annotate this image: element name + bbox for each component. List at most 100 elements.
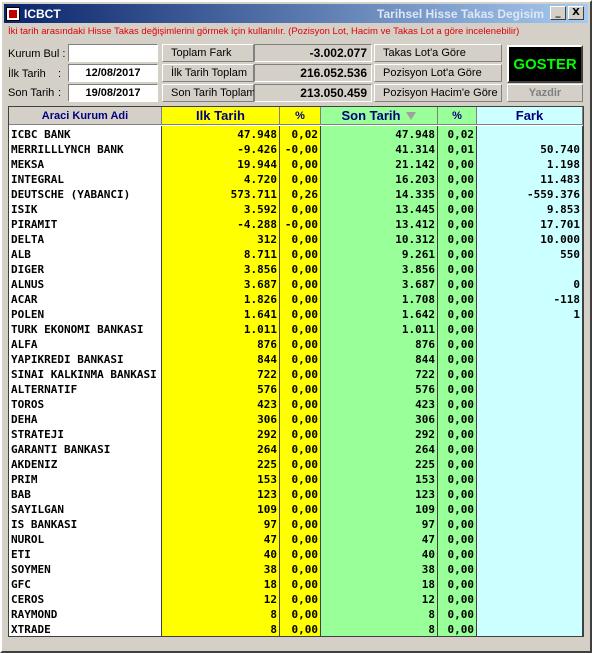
son-tarih-date-field[interactable]: 19/08/2017 [68, 84, 158, 102]
table-row[interactable]: SAYILGAN 109 0,00 109 0,00 [9, 502, 583, 517]
table-row[interactable]: GARANTI BANKASI 264 0,00 264 0,00 [9, 442, 583, 457]
cell-son-tarih: 12 [421, 593, 435, 606]
cell-ilk-tarih: 225 [257, 458, 277, 471]
cell-son-tarih: 9.261 [401, 248, 435, 261]
table-row[interactable]: YAPIKREDI BANKASI 844 0,00 844 0,00 [9, 352, 583, 367]
cell-ilk-percent: 0,00 [291, 518, 319, 531]
ilk-tarih-label: İlk Tarih [8, 68, 46, 80]
cell-ilk-tarih: 8 [270, 608, 277, 621]
table-row[interactable]: RAYMOND 8 0,00 8 0,00 [9, 607, 583, 622]
table-row[interactable]: PRIM 153 0,00 153 0,00 [9, 472, 583, 487]
cell-son-percent: 0,00 [447, 488, 475, 501]
header-fark[interactable]: Fark [477, 107, 583, 125]
cell-ilk-tarih: 47.948 [237, 128, 277, 141]
info-notice: İki tarih arasındaki Hisse Takas değişim… [8, 26, 520, 37]
table-row[interactable]: STRATEJI 292 0,00 292 0,00 [9, 427, 583, 442]
table-row[interactable]: ISIK 3.592 0,00 13.445 0,00 9.853 [9, 202, 583, 217]
header-son-percent[interactable]: % [438, 107, 477, 125]
header-ilk-tarih[interactable]: Ilk Tarih [162, 107, 280, 125]
pozisyon-lot-button[interactable]: Pozisyon Lot'a Göre [374, 64, 502, 82]
cell-ilk-tarih: 3.856 [243, 263, 277, 276]
takas-table[interactable]: Araci Kurum Adi Ilk Tarih % Son Tarih % … [8, 106, 584, 637]
goster-button[interactable]: GOSTER [507, 45, 583, 83]
table-row[interactable]: GFC 18 0,00 18 0,00 [9, 577, 583, 592]
cell-fark [477, 472, 583, 487]
cell-son-percent: 0,00 [447, 473, 475, 486]
cell-ilk-percent: 0,00 [291, 458, 319, 471]
table-row[interactable]: TOROS 423 0,00 423 0,00 [9, 397, 583, 412]
close-button[interactable]: X [568, 6, 584, 20]
table-row[interactable]: CEROS 12 0,00 12 0,00 [9, 592, 583, 607]
table-row[interactable]: POLEN 1.641 0,00 1.642 0,00 1 [9, 307, 583, 322]
cell-ilk-percent: 0,00 [291, 563, 319, 576]
table-row[interactable]: INTEGRAL 4.720 0,00 16.203 0,00 11.483 [9, 172, 583, 187]
cell-son-percent: 0,00 [447, 218, 475, 231]
cell-name: ACAR [11, 293, 38, 306]
cell-ilk-percent: 0,00 [291, 203, 319, 216]
table-row[interactable]: MEKSA 19.944 0,00 21.142 0,00 1.198 [9, 157, 583, 172]
table-row[interactable]: DIGER 3.856 0,00 3.856 0,00 [9, 262, 583, 277]
son-tarih-label: Son Tarih [8, 87, 55, 99]
cell-son-tarih: 16.203 [395, 173, 435, 186]
cell-ilk-percent: -0,00 [284, 143, 318, 156]
table-row[interactable]: SOYMEN 38 0,00 38 0,00 [9, 562, 583, 577]
cell-fark [477, 487, 583, 502]
cell-name: ICBC BANK [11, 128, 71, 141]
cell-ilk-tarih: 423 [257, 398, 277, 411]
cell-son-percent: 0,00 [447, 248, 475, 261]
table-row[interactable]: ETI 40 0,00 40 0,00 [9, 547, 583, 562]
header-ilk-percent[interactable]: % [280, 107, 321, 125]
header-son-tarih[interactable]: Son Tarih [321, 107, 438, 125]
table-row[interactable]: XTRADE 8 0,00 8 0,00 [9, 622, 583, 636]
cell-ilk-tarih: 576 [257, 383, 277, 396]
cell-ilk-percent: 0,00 [291, 533, 319, 546]
ilk-tarih-date-field[interactable]: 12/08/2017 [68, 64, 158, 82]
table-row[interactable]: ALTERNATIF 576 0,00 576 0,00 [9, 382, 583, 397]
cell-son-tarih: 97 [421, 518, 435, 531]
kurum-search-input[interactable] [68, 44, 158, 62]
table-row[interactable]: IS BANKASI 97 0,00 97 0,00 [9, 517, 583, 532]
table-row[interactable]: NUROL 47 0,00 47 0,00 [9, 532, 583, 547]
table-row[interactable]: PIRAMIT -4.288 -0,00 13.412 0,00 17.701 [9, 217, 583, 232]
app-icon[interactable] [6, 6, 20, 21]
header-araci-kurum[interactable]: Araci Kurum Adi [9, 107, 162, 125]
cell-ilk-tarih: 109 [257, 503, 277, 516]
table-row[interactable]: MERRILLLYNCH BANK -9.426 -0,00 41.314 0,01 50… [9, 142, 583, 157]
minimize-button[interactable]: _ [550, 6, 566, 20]
table-row[interactable]: ALFA 876 0,00 876 0,00 [9, 337, 583, 352]
cell-son-percent: 0,00 [447, 293, 475, 306]
cell-son-tarih: 21.142 [395, 158, 435, 171]
table-row[interactable]: TURK EKONOMI BANKASI 1.011 0,00 1.011 0,00 [9, 322, 583, 337]
table-row[interactable]: ACAR 1.826 0,00 1.708 0,00 -118 [9, 292, 583, 307]
cell-name: YAPIKREDI BANKASI [11, 353, 124, 366]
cell-ilk-tarih: 3.687 [243, 278, 277, 291]
cell-son-percent: 0,00 [447, 323, 475, 336]
cell-ilk-tarih: 312 [257, 233, 277, 246]
cell-fark: -559.376 [527, 188, 580, 201]
cell-name: DEUTSCHE (YABANCI) [11, 188, 131, 201]
table-header: Araci Kurum Adi Ilk Tarih % Son Tarih % … [9, 107, 583, 125]
cell-son-tarih: 306 [415, 413, 435, 426]
table-row[interactable]: SINAI KALKINMA BANKASI 722 0,00 722 0,00 [9, 367, 583, 382]
table-row[interactable]: DEHA 306 0,00 306 0,00 [9, 412, 583, 427]
cell-fark [477, 562, 583, 577]
table-row[interactable]: AKDENIZ 225 0,00 225 0,00 [9, 457, 583, 472]
cell-fark [477, 337, 583, 352]
table-row[interactable]: DELTA 312 0,00 10.312 0,00 10.000 [9, 232, 583, 247]
pozisyon-hacim-button[interactable]: Pozisyon Hacim'e Göre [374, 84, 502, 102]
yazdir-button[interactable]: Yazdir [507, 84, 583, 102]
cell-son-percent: 0,00 [447, 278, 475, 291]
cell-son-percent: 0,00 [447, 593, 475, 606]
cell-fark [477, 367, 583, 382]
title-bar[interactable]: ICBCT Tarihsel Hisse Takas Degisim _ X [4, 4, 588, 23]
cell-fark: 10.000 [540, 233, 580, 246]
table-row[interactable]: DEUTSCHE (YABANCI) 573.711 0,26 14.335 0,00 -… [9, 187, 583, 202]
cell-ilk-percent: 0,00 [291, 578, 319, 591]
cell-ilk-percent: -0,00 [284, 218, 318, 231]
takas-lot-button[interactable]: Takas Lot'a Göre [374, 44, 502, 62]
table-row[interactable]: ALNUS 3.687 0,00 3.687 0,00 0 [9, 277, 583, 292]
table-row[interactable]: ALB 8.711 0,00 9.261 0,00 550 [9, 247, 583, 262]
table-row[interactable]: BAB 123 0,00 123 0,00 [9, 487, 583, 502]
cell-son-percent: 0,00 [447, 503, 475, 516]
table-row[interactable]: ICBC BANK 47.948 0,02 47.948 0,02 [9, 127, 583, 142]
